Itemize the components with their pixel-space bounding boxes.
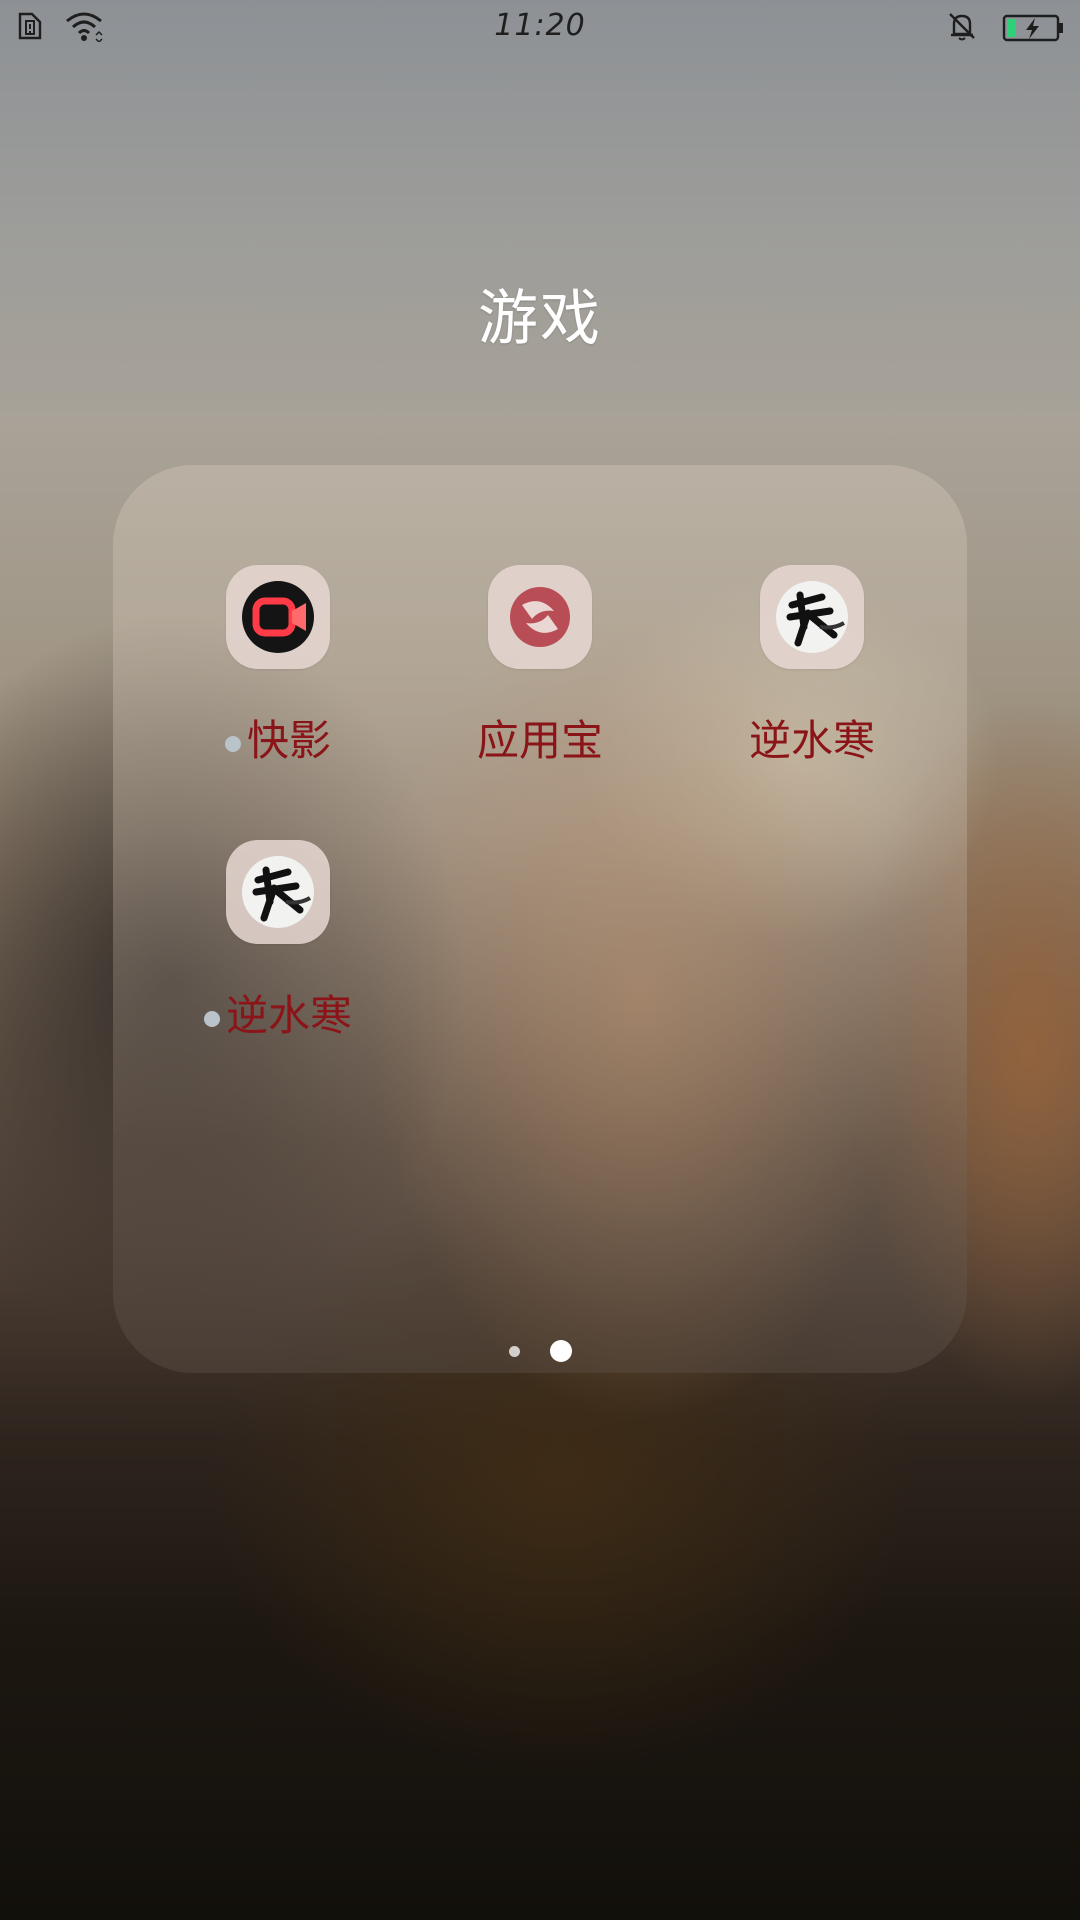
app-yingyongbao[interactable]: 应用宝: [430, 565, 650, 785]
nishuihan-app-icon: [760, 565, 864, 669]
app-label: 快影: [168, 707, 388, 768]
yingyongbao-app-icon: [488, 565, 592, 669]
bell-muted-icon: [946, 10, 978, 46]
app-kuaiying[interactable]: 快影: [168, 565, 388, 785]
status-right-icons: [946, 10, 1064, 46]
app-nishuihan[interactable]: 逆水寒: [702, 565, 922, 785]
page-dot-2-active[interactable]: [549, 1340, 572, 1362]
battery-charging-icon: [1002, 13, 1064, 43]
app-label: 应用宝: [476, 716, 603, 765]
kuaiying-app-icon: [226, 565, 330, 669]
app-nishuihan-2[interactable]: 逆水寒: [168, 840, 388, 1060]
new-badge-dot: [203, 1011, 220, 1027]
folder-panel: 快影 应用宝 逆水寒 逆水寒: [113, 465, 967, 1373]
new-badge-dot: [224, 736, 241, 752]
page-dot-1[interactable]: [508, 1345, 520, 1357]
folder-title[interactable]: 游戏: [0, 270, 1080, 357]
page-indicator[interactable]: [113, 1340, 967, 1362]
app-label: 逆水寒: [748, 716, 875, 765]
status-clock: 11:20: [494, 8, 586, 43]
status-bar: 11:20: [0, 0, 1080, 56]
nishuihan-app-icon: [226, 840, 330, 944]
app-label: 逆水寒: [168, 982, 388, 1043]
